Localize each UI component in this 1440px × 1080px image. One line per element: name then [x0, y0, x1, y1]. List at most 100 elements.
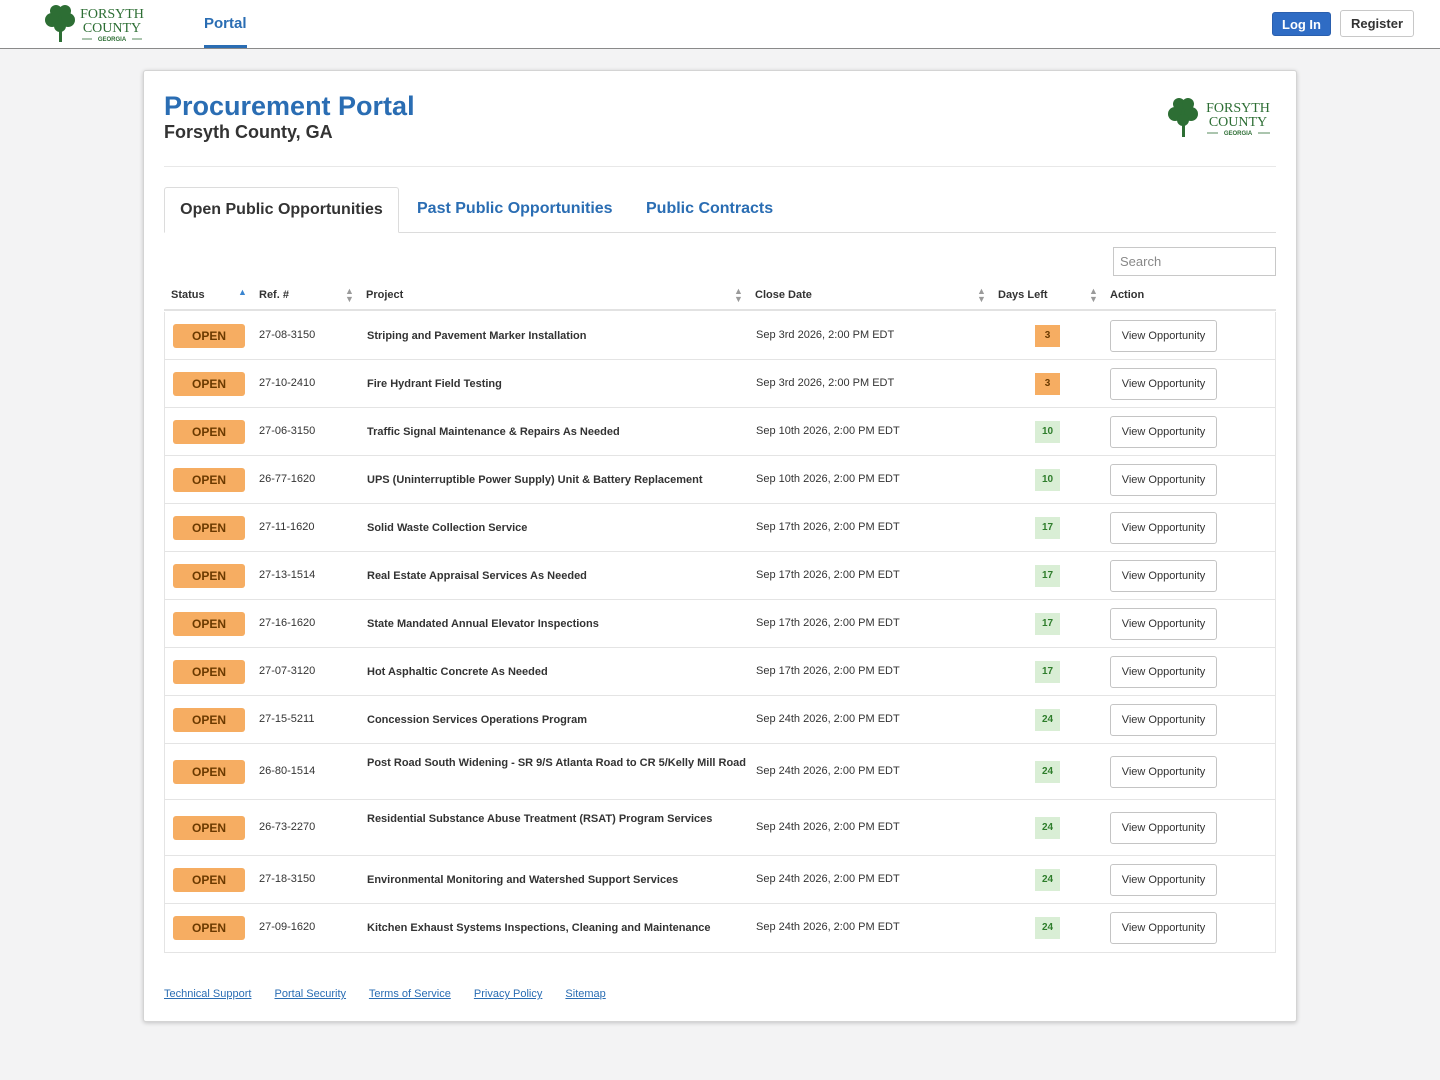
- svg-text:GEORGIA: GEORGIA: [98, 37, 127, 43]
- status-badge: OPEN: [173, 660, 245, 684]
- svg-text:FORSYTH: FORSYTH: [80, 7, 144, 22]
- days-left-badge: 24: [1035, 917, 1060, 939]
- days-left-badge: 17: [1035, 565, 1060, 587]
- table-row: OPEN 26-77-1620 UPS (Uninterruptible Power…: [165, 456, 1275, 504]
- project-name: State Mandated Annual Elevator Inspectio…: [367, 618, 599, 630]
- column-header-ref[interactable]: Ref. #: [259, 289, 289, 301]
- days-left-badge: 17: [1035, 613, 1060, 635]
- view-opportunity-button[interactable]: View Opportunity: [1110, 656, 1217, 688]
- close-date: Sep 3rd 2026, 2:00 PM EDT: [756, 329, 895, 341]
- view-opportunity-button[interactable]: View Opportunity: [1110, 464, 1217, 496]
- ref-number: 27-09-1620: [259, 921, 316, 933]
- days-left-badge: 10: [1035, 421, 1060, 443]
- status-badge: OPEN: [173, 372, 245, 396]
- svg-text:GEORGIA: GEORGIA: [1224, 131, 1253, 137]
- days-left-badge: 24: [1035, 817, 1060, 839]
- ref-number: 27-16-1620: [259, 617, 316, 629]
- view-opportunity-button[interactable]: View Opportunity: [1110, 756, 1217, 788]
- table-row: OPEN 27-09-1620 Kitchen Exhaust Systems In…: [165, 904, 1275, 952]
- sort-icon[interactable]: ▲ ▼: [1089, 287, 1098, 304]
- status-badge: OPEN: [173, 868, 245, 892]
- project-name: Real Estate Appraisal Services As Needed: [367, 570, 587, 582]
- column-header-days-left[interactable]: Days Left: [998, 289, 1048, 301]
- opportunities-table-body: OPEN 27-08-3150 Striping and Pavement Mark…: [164, 312, 1276, 953]
- ref-number: 27-11-1620: [259, 521, 315, 533]
- tab-open-public-opportunities[interactable]: Open Public Opportunities: [164, 187, 399, 233]
- footer-link-privacy-policy[interactable]: Privacy Policy: [474, 988, 542, 1000]
- view-opportunity-button[interactable]: View Opportunity: [1110, 912, 1217, 944]
- days-left-badge: 3: [1035, 373, 1060, 395]
- table-row: OPEN 27-16-1620 State Mandated Annual Elev…: [165, 600, 1275, 648]
- ref-number: 26-77-1620: [259, 473, 316, 485]
- close-date: Sep 24th 2026, 2:00 PM EDT: [756, 821, 900, 833]
- view-opportunity-button[interactable]: View Opportunity: [1110, 608, 1217, 640]
- table-row: OPEN 26-80-1514 Post Road South Widening -…: [165, 744, 1275, 800]
- project-name: Solid Waste Collection Service: [367, 522, 528, 534]
- close-date: Sep 17th 2026, 2:00 PM EDT: [756, 569, 900, 581]
- status-badge: OPEN: [173, 564, 245, 588]
- table-row: OPEN 27-15-5211 Concession Services Operat…: [165, 696, 1275, 744]
- project-name: Residential Substance Abuse Treatment (R…: [367, 813, 713, 825]
- project-name: Traffic Signal Maintenance & Repairs As …: [367, 426, 620, 438]
- column-header-status[interactable]: Status: [171, 289, 205, 301]
- table-row: OPEN 27-06-3150 Traffic Signal Maintenance…: [165, 408, 1275, 456]
- days-left-badge: 10: [1035, 469, 1060, 491]
- footer-link-sitemap[interactable]: Sitemap: [565, 988, 605, 1000]
- table-row: OPEN 27-10-2410 Fire Hydrant Field Testing…: [165, 360, 1275, 408]
- column-header-close-date[interactable]: Close Date: [755, 289, 812, 301]
- sort-icon[interactable]: ▲ ▼: [345, 287, 354, 304]
- view-opportunity-button[interactable]: View Opportunity: [1110, 704, 1217, 736]
- days-left-badge: 17: [1035, 661, 1060, 683]
- ref-number: 27-18-3150: [259, 873, 316, 885]
- column-header-project[interactable]: Project: [366, 289, 403, 301]
- close-date: Sep 10th 2026, 2:00 PM EDT: [756, 473, 900, 485]
- register-button[interactable]: Register: [1340, 10, 1414, 37]
- status-badge: OPEN: [173, 468, 245, 492]
- county-logo: FORSYTH COUNTY GEORGIA: [1168, 98, 1270, 137]
- table-row: OPEN 27-07-3120 Hot Asphaltic Concrete As …: [165, 648, 1275, 696]
- footer-link-portal-security[interactable]: Portal Security: [275, 988, 347, 1000]
- tab-public-contracts[interactable]: Public Contracts: [646, 187, 773, 233]
- forsyth-county-logo[interactable]: FORSYTH COUNTY GEORGIA: [44, 2, 148, 44]
- project-name: UPS (Uninterruptible Power Supply) Unit …: [367, 474, 703, 486]
- status-badge: OPEN: [173, 760, 245, 784]
- days-left-badge: 3: [1035, 325, 1060, 347]
- tab-past-public-opportunities[interactable]: Past Public Opportunities: [417, 187, 613, 233]
- status-badge: OPEN: [173, 324, 245, 348]
- view-opportunity-button[interactable]: View Opportunity: [1110, 368, 1217, 400]
- days-left-badge: 24: [1035, 761, 1060, 783]
- ref-number: 27-13-1514: [259, 569, 316, 581]
- top-navbar: FORSYTH COUNTY GEORGIA Portal Log In Reg…: [0, 0, 1440, 49]
- close-date: Sep 24th 2026, 2:00 PM EDT: [756, 765, 900, 777]
- view-opportunity-button[interactable]: View Opportunity: [1110, 864, 1217, 896]
- page-subtitle: Forsyth County, GA: [164, 122, 333, 142]
- ref-number: 27-08-3150: [259, 329, 316, 341]
- project-name: Post Road South Widening - SR 9/S Atlant…: [367, 757, 747, 769]
- close-date: Sep 24th 2026, 2:00 PM EDT: [756, 873, 900, 885]
- project-name: Hot Asphaltic Concrete As Needed: [367, 666, 548, 678]
- view-opportunity-button[interactable]: View Opportunity: [1110, 560, 1217, 592]
- ref-number: 27-06-3150: [259, 425, 316, 437]
- search-input[interactable]: [1113, 247, 1276, 276]
- footer-link-terms-of-service[interactable]: Terms of Service: [369, 988, 451, 1000]
- project-name: Kitchen Exhaust Systems Inspections, Cle…: [367, 922, 711, 934]
- table-header: Status ▲ Ref. # ▲ ▼ Project ▲ ▼ Close Date…: [164, 281, 1276, 311]
- login-button[interactable]: Log In: [1272, 12, 1331, 36]
- nav-portal-link[interactable]: Portal: [204, 0, 247, 48]
- ref-number: 27-07-3120: [259, 665, 316, 677]
- view-opportunity-button[interactable]: View Opportunity: [1110, 416, 1217, 448]
- view-opportunity-button[interactable]: View Opportunity: [1110, 512, 1217, 544]
- view-opportunity-button[interactable]: View Opportunity: [1110, 812, 1217, 844]
- footer-link-technical-support[interactable]: Technical Support: [164, 988, 251, 1000]
- sort-asc-icon[interactable]: ▲: [238, 287, 247, 297]
- portal-card: Procurement Portal Forsyth County, GA FO…: [143, 70, 1297, 1022]
- sort-icon[interactable]: ▲ ▼: [977, 287, 986, 304]
- table-row: OPEN 27-13-1514 Real Estate Appraisal Serv…: [165, 552, 1275, 600]
- close-date: Sep 17th 2026, 2:00 PM EDT: [756, 665, 900, 677]
- page-title: Procurement Portal: [164, 91, 415, 121]
- view-opportunity-button[interactable]: View Opportunity: [1110, 320, 1217, 352]
- header-divider: [164, 166, 1276, 167]
- project-name: Concession Services Operations Program: [367, 714, 588, 726]
- sort-icon[interactable]: ▲ ▼: [734, 287, 743, 304]
- close-date: Sep 24th 2026, 2:00 PM EDT: [756, 713, 900, 725]
